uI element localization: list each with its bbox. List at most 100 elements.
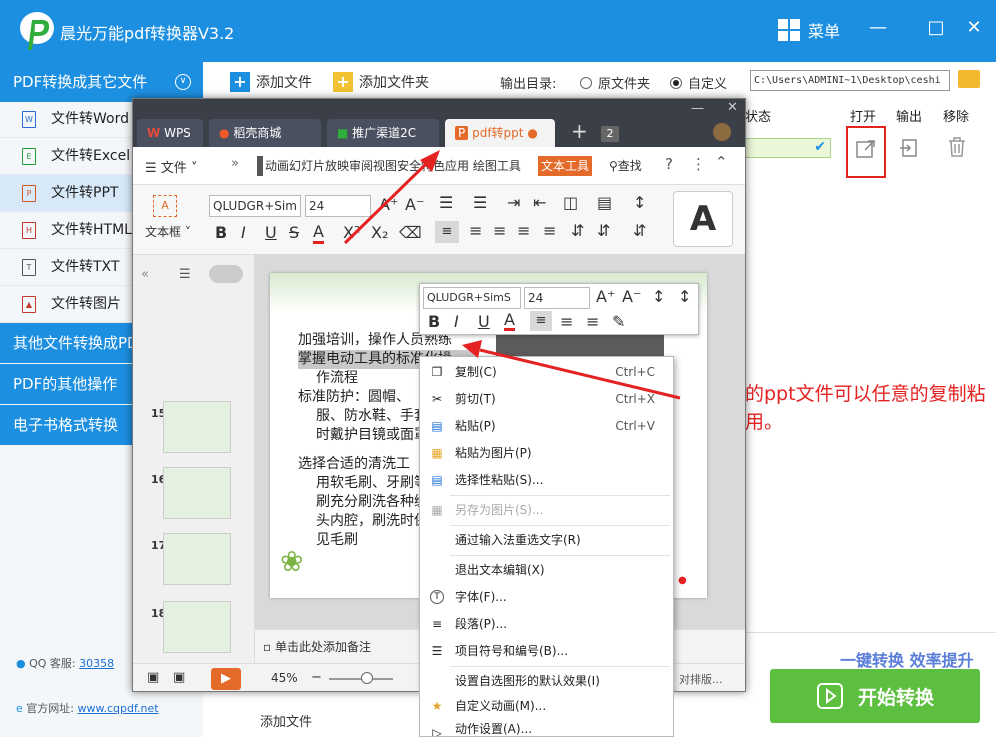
- underline-icon[interactable]: U: [478, 312, 490, 331]
- subscript-icon[interactable]: X₂: [371, 223, 388, 242]
- radio-custom[interactable]: 自定义: [670, 73, 727, 92]
- float-font-select[interactable]: QLUDGR+SimS: [423, 287, 521, 309]
- output-folder-icon[interactable]: [900, 138, 920, 158]
- tab-text-tool[interactable]: 文本工具: [538, 156, 593, 176]
- tab-count-badge[interactable]: 2: [601, 126, 619, 142]
- menu-item-font[interactable]: T 字体(F)...: [420, 584, 675, 611]
- menu-item-reselect-ime[interactable]: 通过输入法重选文字(R): [420, 527, 675, 554]
- wps-close-button[interactable]: ✕: [727, 100, 738, 115]
- search-button[interactable]: ⚲查找: [609, 157, 642, 174]
- line-spacing-icon[interactable]: ↕: [652, 287, 665, 306]
- bold-icon[interactable]: B: [215, 223, 227, 242]
- grow-font-icon[interactable]: A⁺: [379, 195, 398, 214]
- textbox-button[interactable]: 文本框 ˅: [145, 223, 191, 240]
- slide-thumb-15[interactable]: [163, 401, 231, 453]
- menu-item-paste-as-image[interactable]: ▦ 粘贴为图片(P): [420, 440, 675, 467]
- distribute-icon[interactable]: ≡: [543, 221, 556, 240]
- menu-item-paragraph[interactable]: ≡ 段落(P)...: [420, 611, 675, 638]
- align-left-icon[interactable]: ≡: [530, 311, 552, 331]
- output-path-field[interactable]: C:\Users\ADMINI~1\Desktop\ceshi: [750, 70, 950, 91]
- slide-thumb-16[interactable]: [163, 467, 231, 519]
- align-right-icon[interactable]: ≡: [493, 221, 506, 240]
- play-slideshow-button[interactable]: ▶: [211, 668, 241, 690]
- menu-item-exit-edit[interactable]: 退出文本编辑(X): [420, 557, 675, 584]
- collapse-icon[interactable]: «: [141, 267, 149, 282]
- columns-icon[interactable]: ◫: [563, 193, 578, 212]
- avatar[interactable]: [713, 123, 731, 141]
- file-menu[interactable]: ☰ 文件 ˅: [145, 157, 197, 176]
- justify-icon[interactable]: ≡: [517, 221, 530, 240]
- eraser-icon[interactable]: ⌫: [399, 223, 422, 242]
- align-center-icon[interactable]: ≡: [560, 312, 573, 331]
- tab-daoke[interactable]: ● 稻壳商城: [209, 119, 321, 147]
- menu-item-action-settings[interactable]: ▷ 动作设置(A)...: [420, 720, 675, 736]
- slide-thumb-17[interactable]: [163, 533, 231, 585]
- menu-item-custom-animation[interactable]: ★ 自定义动画(M)...: [420, 693, 675, 720]
- close-button[interactable]: ✕: [962, 16, 986, 40]
- font-color-icon[interactable]: A: [504, 312, 515, 331]
- format-painter-icon[interactable]: ✎: [612, 312, 625, 331]
- font-color-icon[interactable]: A: [313, 223, 324, 244]
- radio-source-folder[interactable]: 原文件夹: [580, 73, 650, 92]
- wps-minimize-button[interactable]: —: [691, 101, 704, 116]
- bottom-add-file-label[interactable]: 添加文件: [260, 711, 312, 730]
- italic-icon[interactable]: I: [454, 312, 459, 331]
- textbox-icon[interactable]: A: [153, 195, 177, 217]
- new-tab-button[interactable]: +: [571, 119, 588, 143]
- outdent-icon[interactable]: ⇤: [533, 193, 546, 212]
- trash-icon[interactable]: [948, 137, 966, 157]
- shrink-font-icon[interactable]: A⁻: [405, 195, 424, 214]
- maximize-button[interactable]: □: [924, 16, 948, 40]
- menu-item-default-shape[interactable]: 设置自选图形的默认效果(I): [420, 668, 675, 691]
- numbered-list-icon[interactable]: ☰: [473, 193, 487, 212]
- vertical-align-icon[interactable]: ⇵: [633, 221, 646, 240]
- help-icon[interactable]: ?: [665, 155, 673, 173]
- shrink-font-icon[interactable]: A⁻: [622, 287, 641, 306]
- menu-item-bullets[interactable]: ☰ 项目符号和编号(B)...: [420, 638, 675, 665]
- bold-icon[interactable]: B: [428, 312, 440, 331]
- zoom-out-icon[interactable]: −: [311, 670, 322, 685]
- tab-wps[interactable]: W WPS: [137, 119, 203, 147]
- menu-button[interactable]: 菜单: [778, 18, 840, 42]
- text-direction-icon[interactable]: ⇵: [597, 221, 610, 240]
- list-view-icon[interactable]: ☰: [179, 267, 191, 282]
- underline-icon[interactable]: U: [265, 223, 277, 242]
- indent-icon[interactable]: ⇥: [507, 193, 520, 212]
- slide-thumb-18[interactable]: [163, 601, 231, 653]
- strikethrough-icon[interactable]: S: [289, 223, 299, 242]
- bullet-list-icon[interactable]: ☰: [439, 193, 453, 212]
- align-left-icon[interactable]: ≡: [435, 221, 459, 243]
- minimize-button[interactable]: —: [866, 16, 890, 40]
- thumbnail-view-icon[interactable]: [209, 265, 243, 283]
- chevron-up-icon[interactable]: ⌃: [715, 153, 728, 171]
- add-file-button[interactable]: + 添加文件: [230, 72, 312, 92]
- zoom-level[interactable]: 45%: [271, 671, 298, 685]
- font-name-select[interactable]: QLUDGR+Sim: [209, 195, 301, 217]
- para-spacing-icon[interactable]: ↕: [678, 287, 691, 306]
- start-convert-button[interactable]: 开始转换: [770, 669, 980, 723]
- menu-item-paste[interactable]: ▤ 粘贴(P) Ctrl+V: [420, 413, 675, 440]
- menu-item-cut[interactable]: ✂ 剪切(T) Ctrl+X: [420, 386, 675, 413]
- tab-pdf-to-ppt[interactable]: P pdf转ppt ●: [445, 119, 555, 147]
- float-size-select[interactable]: 24: [524, 287, 590, 309]
- slideshow-icon[interactable]: ▣: [173, 670, 185, 685]
- superscript-icon[interactable]: X²: [343, 223, 360, 242]
- line-spacing-icon[interactable]: ↕: [633, 193, 646, 212]
- zoom-slider-handle[interactable]: [361, 672, 373, 684]
- align-text-icon[interactable]: ▤: [597, 193, 612, 212]
- align-center-icon[interactable]: ≡: [469, 221, 482, 240]
- grow-font-icon[interactable]: A⁺: [596, 287, 615, 306]
- book-icon[interactable]: ▣: [147, 670, 159, 685]
- more-menu-icon[interactable]: »: [231, 156, 239, 171]
- add-folder-button[interactable]: + 添加文件夹: [333, 72, 429, 92]
- site-link[interactable]: www.cqpdf.net: [78, 702, 159, 715]
- ribbon-tabs[interactable]: 动画幻灯片放映审阅视图安全特色应用 绘图工具: [257, 156, 535, 176]
- para-spacing-icon[interactable]: ⇵: [571, 221, 584, 240]
- menu-item-paste-special[interactable]: ▤ 选择性粘贴(S)...: [420, 467, 675, 494]
- italic-icon[interactable]: I: [241, 223, 246, 242]
- more-vert-icon[interactable]: ⋮: [691, 155, 706, 173]
- align-right-icon[interactable]: ≡: [586, 312, 599, 331]
- menu-item-copy[interactable]: ❐ 复制(C) Ctrl+C: [420, 359, 675, 386]
- open-file-button[interactable]: [846, 126, 886, 178]
- sidebar-section-pdf-to-other[interactable]: PDF转换成其它文件 ∨: [0, 62, 203, 102]
